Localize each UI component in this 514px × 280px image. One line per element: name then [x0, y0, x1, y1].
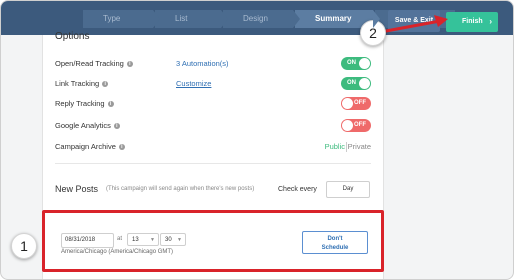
customize-link[interactable]: Customize [176, 77, 211, 91]
interval-select[interactable]: Day [326, 181, 370, 198]
info-icon[interactable]: i [113, 123, 120, 130]
section-divider [55, 163, 371, 164]
at-label: at [117, 236, 123, 242]
new-posts-heading: New Posts [55, 184, 99, 194]
check-every-label: Check every [278, 186, 317, 193]
minute-select[interactable]: 30 ▼ [160, 233, 186, 246]
info-icon[interactable]: i [102, 81, 109, 88]
option-label: Reply Tracking [55, 99, 105, 108]
option-campaign-archive: Campaign Archive i Public Private [55, 140, 371, 154]
link-tracking-toggle[interactable]: ON [341, 77, 371, 90]
info-icon[interactable]: i [118, 144, 125, 151]
hour-select[interactable]: 13 ▼ [127, 233, 159, 246]
open-read-tracking-toggle[interactable]: ON [341, 57, 371, 70]
dont-schedule-line2: Schedule [321, 245, 349, 251]
dont-schedule-button[interactable]: Don't Schedule [302, 231, 368, 254]
finish-button[interactable]: Finish › [446, 12, 498, 32]
timezone-text: America/Chicago (America/Chicago GMT) [61, 249, 174, 255]
toggle-knob [359, 78, 370, 89]
toggle-state: ON [347, 60, 356, 66]
option-open-read-tracking: Open/Read Tracking i 3 Automation(s) ON [55, 57, 371, 71]
schedule-highlight-box: 08/31/2018 at 13 ▼ 30 ▼ America/Chicago … [42, 210, 384, 272]
info-icon[interactable]: i [107, 101, 114, 108]
hour-value: 13 [132, 237, 139, 243]
option-reply-tracking: Reply Tracking i OFF [55, 97, 371, 111]
automations-link[interactable]: 3 Automation(s) [176, 57, 229, 71]
option-link-tracking: Link Tracking i Customize ON [55, 77, 371, 91]
chevron-down-icon: ▼ [150, 237, 155, 243]
toggle-knob [359, 58, 370, 69]
option-google-analytics: Google Analytics i OFF [55, 119, 371, 133]
google-analytics-toggle[interactable]: OFF [341, 119, 371, 132]
option-label: Open/Read Tracking [55, 59, 124, 68]
reply-tracking-toggle[interactable]: OFF [341, 97, 371, 110]
new-posts-note: (This campaign will send again when ther… [106, 186, 255, 192]
info-icon[interactable]: i [126, 61, 133, 68]
callout-one: 1 [11, 233, 37, 259]
toggle-knob [342, 98, 353, 109]
step-design[interactable]: Design [223, 10, 300, 28]
schedule-date-input[interactable]: 08/31/2018 [61, 233, 114, 248]
arrow-icon [384, 15, 448, 33]
toggle-state: OFF [354, 122, 366, 128]
step-type[interactable]: Type [83, 10, 160, 28]
option-label: Campaign Archive [55, 142, 116, 151]
option-label: Google Analytics [55, 121, 111, 130]
toggle-knob [342, 120, 353, 131]
step-list[interactable]: List [155, 10, 228, 28]
toggle-state: ON [347, 80, 356, 86]
option-label: Link Tracking [55, 79, 100, 88]
chevron-down-icon: ▼ [177, 237, 182, 243]
app-window: Type List Design Summary Send Save & Exi… [0, 0, 514, 280]
toggle-state: OFF [354, 100, 366, 106]
chevron-right-icon: › [489, 17, 492, 26]
dont-schedule-line1: Don't [327, 236, 343, 242]
minute-value: 30 [165, 237, 172, 243]
archive-private-option[interactable]: Private [348, 140, 371, 154]
options-heading: Options [55, 31, 90, 42]
finish-label: Finish [462, 18, 483, 25]
archive-public-option[interactable]: Public [325, 140, 345, 154]
